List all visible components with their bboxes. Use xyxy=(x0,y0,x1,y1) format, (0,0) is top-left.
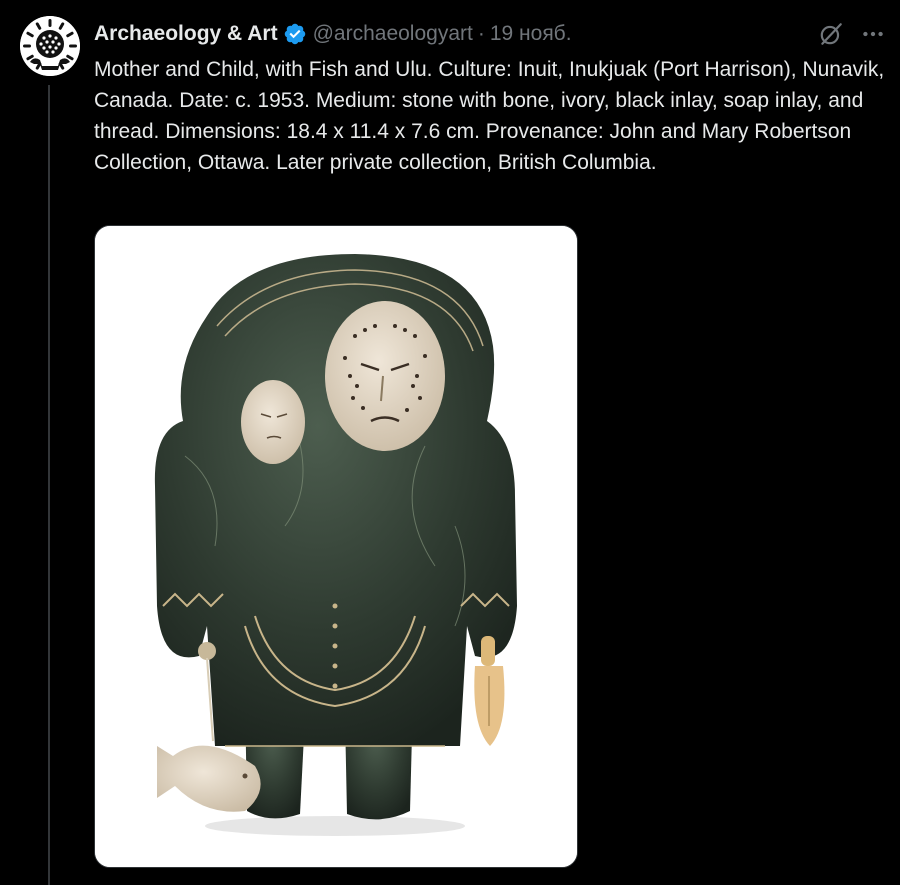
post-text: Mother and Child, with Fish and Ulu. Cul… xyxy=(94,58,885,174)
header-actions xyxy=(818,21,886,47)
thread-connector-line xyxy=(48,85,50,885)
archaeology-logo-icon xyxy=(20,16,80,76)
author-handle[interactable]: @archaeologyart xyxy=(313,22,473,46)
verified-badge-icon[interactable] xyxy=(283,22,307,46)
post-media-photo[interactable] xyxy=(94,225,578,868)
grok-icon[interactable] xyxy=(818,21,844,47)
sculpture-photo xyxy=(95,226,577,867)
author-name[interactable]: Archaeology & Art xyxy=(94,22,278,46)
post-header: Archaeology & Art @archaeologyart · 19 н… xyxy=(94,17,886,51)
post-date[interactable]: 19 нояб. xyxy=(490,22,572,46)
header-separator: · xyxy=(477,22,485,45)
more-icon[interactable] xyxy=(860,21,886,47)
author-avatar[interactable] xyxy=(20,16,80,76)
